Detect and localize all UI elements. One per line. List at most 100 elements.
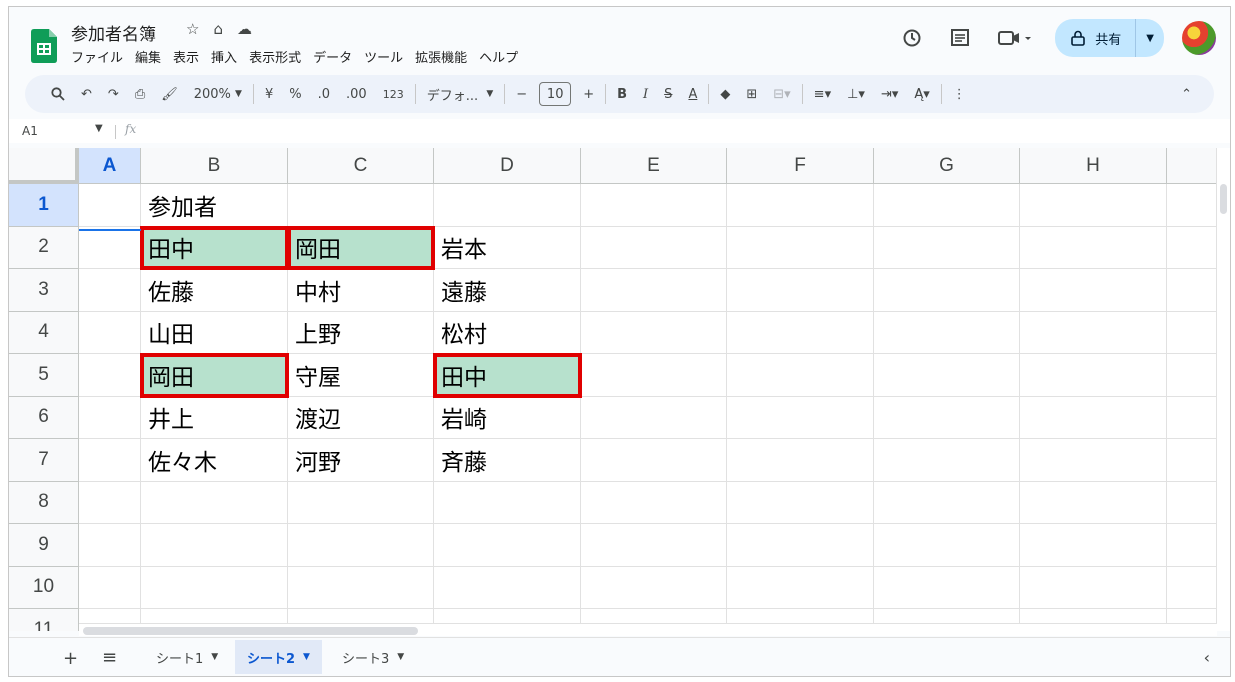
cell-a6[interactable]: [79, 396, 141, 439]
paint-format-icon[interactable]: 🖌: [153, 80, 186, 108]
name-box-dropdown-icon[interactable]: ▼: [95, 123, 103, 134]
cell-partial[interactable]: [1167, 439, 1217, 482]
cell-partial[interactable]: [1167, 481, 1217, 524]
column-header-a[interactable]: A: [79, 148, 141, 184]
cell-c2[interactable]: 岡田: [287, 225, 435, 270]
cell-a9[interactable]: [79, 524, 141, 567]
account-avatar[interactable]: [1182, 21, 1216, 55]
cell-f10[interactable]: [727, 566, 874, 609]
menu-data[interactable]: データ: [313, 47, 352, 66]
search-menus-icon[interactable]: [43, 80, 73, 108]
cell-c3[interactable]: 中村: [288, 269, 434, 312]
move-folder-icon[interactable]: ⌂: [213, 20, 223, 38]
row-header-1[interactable]: 1: [9, 184, 79, 227]
cell-h7[interactable]: [1020, 439, 1167, 482]
menu-insert[interactable]: 挿入: [211, 47, 237, 66]
cell-e5[interactable]: [581, 354, 727, 397]
all-sheets-icon[interactable]: ≡: [102, 647, 117, 668]
cell-f4[interactable]: [727, 311, 874, 354]
menu-view[interactable]: 表示: [173, 47, 199, 66]
decrease-decimal-button[interactable]: .0: [310, 80, 338, 108]
menu-extensions[interactable]: 拡張機能: [415, 47, 467, 66]
horizontal-scrollbar[interactable]: [79, 623, 1217, 636]
cell-e6[interactable]: [581, 396, 727, 439]
undo-icon[interactable]: ↶: [73, 80, 100, 108]
menu-format[interactable]: 表示形式: [249, 47, 301, 66]
more-formats-button[interactable]: 123: [375, 80, 412, 108]
font-size-decrease-button[interactable]: −: [508, 80, 535, 108]
cell-g8[interactable]: [874, 481, 1020, 524]
sheets-logo-icon[interactable]: [31, 29, 57, 63]
cell-f6[interactable]: [727, 396, 874, 439]
row-header-5[interactable]: 5: [9, 354, 79, 397]
cell-b10[interactable]: [141, 566, 288, 609]
cell-f2[interactable]: [727, 226, 874, 269]
text-color-button[interactable]: A: [680, 80, 705, 108]
cell-h1[interactable]: [1020, 184, 1167, 227]
cell-f1[interactable]: [727, 184, 874, 227]
cell-partial[interactable]: [1167, 311, 1217, 354]
borders-icon[interactable]: ⊞: [738, 80, 765, 108]
menu-file[interactable]: ファイル: [71, 47, 123, 66]
cell-b7[interactable]: 佐々木: [141, 439, 288, 482]
cell-c7[interactable]: 河野: [288, 439, 434, 482]
cell-a2[interactable]: [79, 226, 141, 269]
chevron-down-icon[interactable]: ▼: [397, 652, 404, 662]
cell-a1[interactable]: [79, 184, 141, 227]
cell-partial[interactable]: [1167, 226, 1217, 269]
cell-g10[interactable]: [874, 566, 1020, 609]
currency-format-button[interactable]: ¥: [257, 80, 281, 108]
cell-a7[interactable]: [79, 439, 141, 482]
merge-cells-icon[interactable]: ⊟▾: [765, 80, 798, 108]
column-header-d[interactable]: D: [434, 148, 581, 184]
zoom-select[interactable]: 200% ▼: [186, 80, 250, 108]
vertical-scrollbar[interactable]: [1216, 148, 1230, 631]
cell-d8[interactable]: [434, 481, 581, 524]
row-header-2[interactable]: 2: [9, 226, 79, 269]
cell-g1[interactable]: [874, 184, 1020, 227]
column-header-b[interactable]: B: [141, 148, 288, 184]
collapse-menus-icon[interactable]: ⌃: [1173, 80, 1200, 108]
cell-e10[interactable]: [581, 566, 727, 609]
cell-e7[interactable]: [581, 439, 727, 482]
cell-b3[interactable]: 佐藤: [141, 269, 288, 312]
add-sheet-icon[interactable]: +: [63, 648, 78, 669]
row-header-4[interactable]: 4: [9, 311, 79, 354]
cell-d9[interactable]: [434, 524, 581, 567]
cell-h9[interactable]: [1020, 524, 1167, 567]
cell-c9[interactable]: [288, 524, 434, 567]
select-all-corner[interactable]: [9, 148, 79, 184]
cell-b5[interactable]: 岡田: [140, 353, 289, 398]
cell-a10[interactable]: [79, 566, 141, 609]
cell-d7[interactable]: 斉藤: [434, 439, 581, 482]
italic-button[interactable]: I: [635, 80, 656, 108]
cell-e9[interactable]: [581, 524, 727, 567]
cell-d5[interactable]: 田中: [433, 353, 582, 398]
sheet-tab-3[interactable]: シート3 ▼: [330, 640, 416, 674]
fill-color-icon[interactable]: ◆: [712, 80, 738, 108]
cell-d1[interactable]: [434, 184, 581, 227]
share-button[interactable]: 共有 ▼: [1055, 19, 1164, 57]
menu-help[interactable]: ヘルプ: [479, 47, 518, 66]
cell-d3[interactable]: 遠藤: [434, 269, 581, 312]
column-header-f[interactable]: F: [727, 148, 874, 184]
cell-f9[interactable]: [727, 524, 874, 567]
cell-g7[interactable]: [874, 439, 1020, 482]
redo-icon[interactable]: ↷: [100, 80, 127, 108]
cell-e3[interactable]: [581, 269, 727, 312]
cell-partial[interactable]: [1167, 269, 1217, 312]
cell-a3[interactable]: [79, 269, 141, 312]
document-title[interactable]: 参加者名簿: [71, 20, 156, 45]
cell-b8[interactable]: [141, 481, 288, 524]
cell-g5[interactable]: [874, 354, 1020, 397]
row-header-11[interactable]: 11: [9, 609, 79, 631]
cell-e4[interactable]: [581, 311, 727, 354]
share-dropdown-icon[interactable]: ▼: [1146, 33, 1154, 44]
cell-d6[interactable]: 岩崎: [434, 396, 581, 439]
row-header-10[interactable]: 10: [9, 566, 79, 609]
vertical-scroll-thumb[interactable]: [1220, 184, 1227, 214]
cell-b4[interactable]: 山田: [141, 311, 288, 354]
star-icon[interactable]: ☆: [186, 20, 199, 38]
cell-c1[interactable]: [288, 184, 434, 227]
cell-c10[interactable]: [288, 566, 434, 609]
